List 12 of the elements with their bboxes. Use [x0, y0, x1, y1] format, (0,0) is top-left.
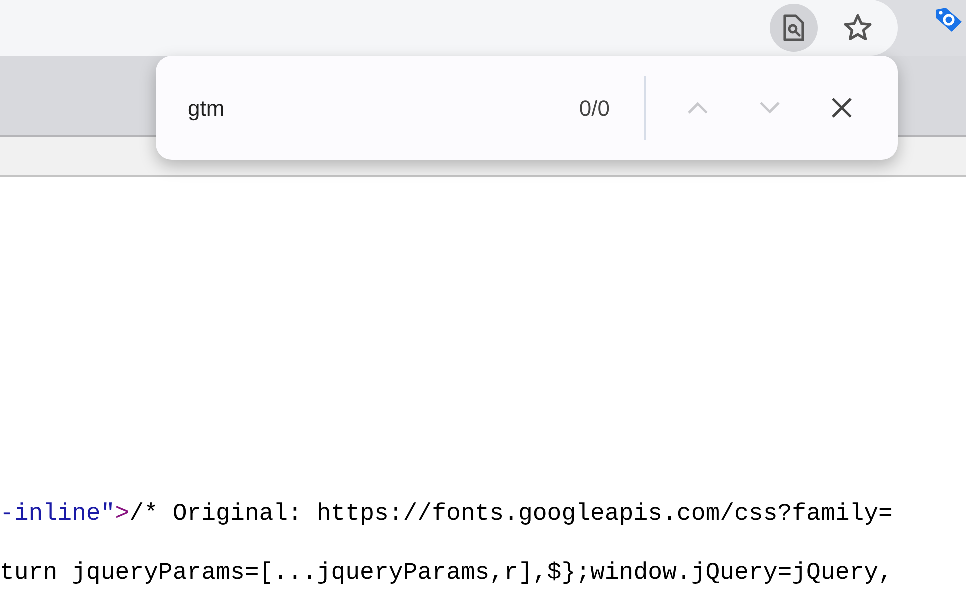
code-text: -inline"	[0, 503, 116, 527]
match-count: 0/0	[579, 94, 610, 122]
tag-icon[interactable]	[934, 6, 964, 34]
code-text: >	[115, 503, 130, 527]
find-input-field[interactable]: gtm	[188, 92, 518, 124]
document-search-icon	[782, 14, 806, 42]
chevron-up-icon	[687, 101, 709, 115]
page-search-button[interactable]	[770, 4, 818, 52]
code-text: turn jqueryParams=[...jqueryParams,r],$};window.jQuery=jQuery,	[0, 562, 893, 586]
code-text: /* Original: https://fonts.googleapis.com/css?family=	[130, 503, 893, 527]
chevron-down-icon	[759, 101, 781, 115]
close-icon	[831, 97, 853, 119]
